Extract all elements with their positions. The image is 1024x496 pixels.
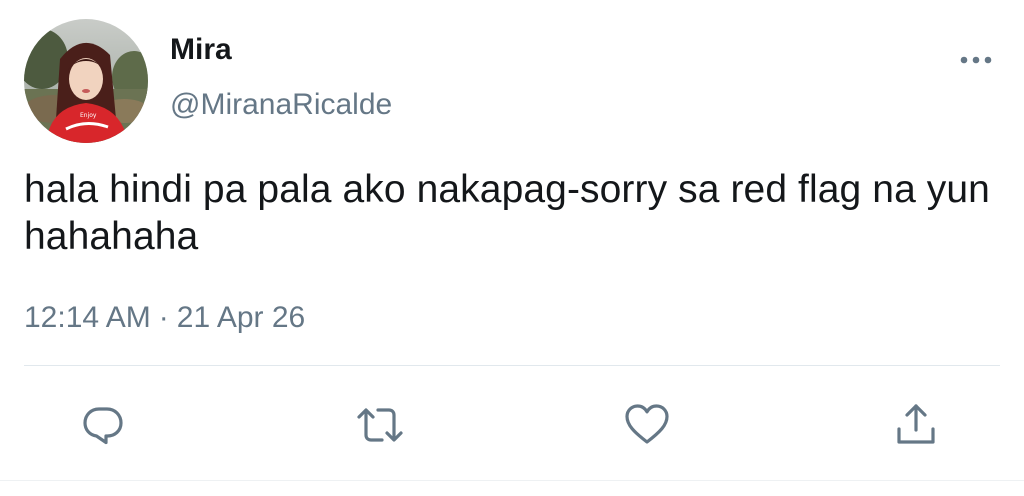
share-icon <box>897 404 935 444</box>
retweet-icon <box>357 408 403 442</box>
divider <box>24 365 1000 366</box>
retweet-button[interactable] <box>355 400 405 450</box>
bottom-divider <box>0 480 1024 481</box>
like-icon <box>625 404 669 444</box>
timestamp-separator: · <box>158 301 169 334</box>
tweet-card: Enjoy Mira @MiranaRicalde hala hindi pa … <box>0 0 1024 496</box>
reply-button[interactable] <box>78 400 128 450</box>
more-horizontal-icon <box>960 56 992 64</box>
tweet-date: 21 Apr 26 <box>176 301 306 334</box>
share-button[interactable] <box>891 400 941 450</box>
avatar[interactable]: Enjoy <box>24 19 148 143</box>
reply-icon <box>83 407 123 445</box>
user-handle[interactable]: @MiranaRicalde <box>170 87 392 123</box>
display-name[interactable]: Mira <box>170 33 232 67</box>
tweet-time: 12:14 AM <box>24 301 151 334</box>
timestamp[interactable]: 12:14 AM · 21 Apr 26 <box>24 298 305 338</box>
more-options-button[interactable] <box>952 50 1000 70</box>
svg-text:Enjoy: Enjoy <box>80 112 97 119</box>
tweet-text: hala hindi pa pala ako nakapag-sorry sa … <box>24 168 990 258</box>
like-button[interactable] <box>622 400 672 450</box>
